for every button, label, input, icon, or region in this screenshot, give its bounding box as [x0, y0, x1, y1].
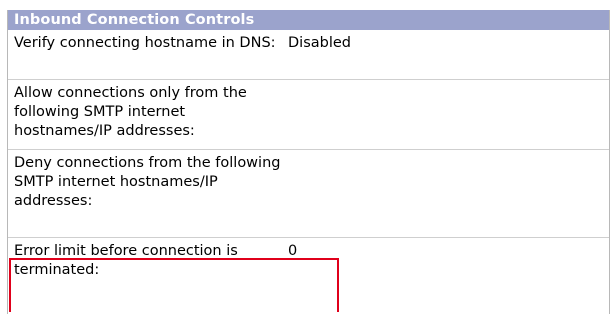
verify-hostname-row: Verify connecting hostname in DNS: Disab… — [8, 30, 609, 80]
section-header: Inbound Connection Controls — [8, 10, 609, 30]
inbound-connection-controls-panel: Inbound Connection Controls Verify conne… — [7, 10, 610, 314]
error-limit-value: 0 — [288, 243, 298, 259]
deny-connections-label: Deny connections from the following SMTP… — [14, 155, 281, 209]
allow-connections-row: Allow connections only from the followin… — [8, 80, 609, 150]
verify-hostname-value: Disabled — [288, 35, 351, 51]
error-limit-label: Error limit before connection is termina… — [14, 243, 238, 278]
verify-hostname-label: Verify connecting hostname in DNS: — [14, 35, 276, 51]
error-limit-row: Error limit before connection is termina… — [8, 238, 609, 314]
allow-connections-label: Allow connections only from the followin… — [14, 85, 247, 139]
deny-connections-row: Deny connections from the following SMTP… — [8, 150, 609, 238]
